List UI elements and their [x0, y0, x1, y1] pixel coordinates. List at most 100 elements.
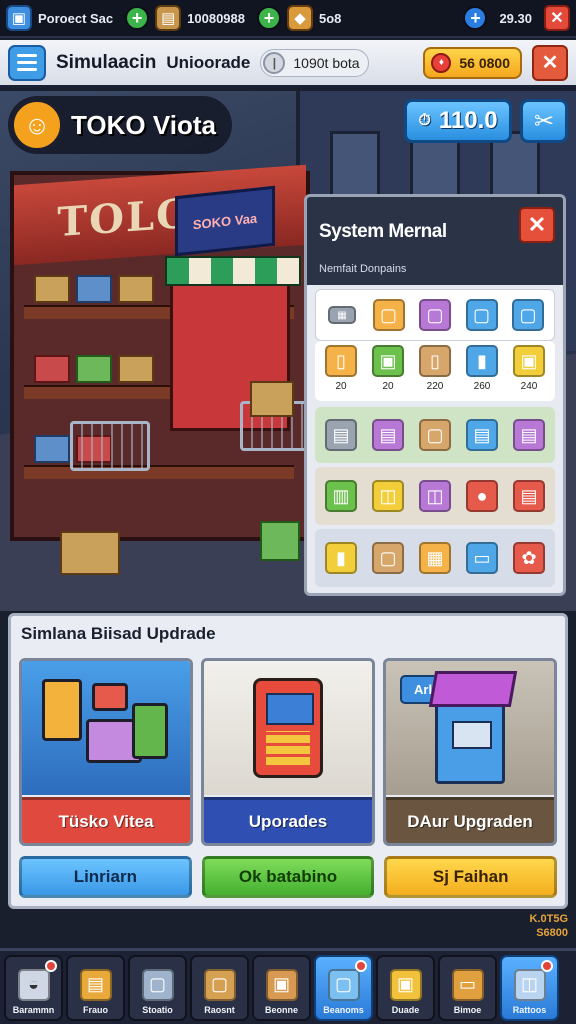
cup-icon: ◒ [17, 968, 50, 1001]
system-panel-subtitle: Nemfait Donpains [319, 263, 407, 275]
item-slot[interactable]: ▢ [369, 299, 409, 331]
item-slot[interactable]: ▢ [508, 299, 548, 331]
resource-boxes: ▤ 10080988 [155, 4, 251, 32]
mode-toggle[interactable]: | 1090t bota [260, 48, 369, 77]
tools-button[interactable]: ✂ [520, 99, 568, 143]
notification-badge [541, 959, 553, 972]
item-price: 220 [426, 381, 444, 392]
item-slot[interactable]: ◫ [415, 480, 455, 512]
upgrade-card-daily-label: DAur Upgraden [386, 797, 554, 843]
item-slot[interactable]: ● [462, 480, 502, 512]
item-slot[interactable]: ▯ 220 [415, 345, 455, 392]
purple-bag-icon: ◫ [419, 480, 451, 512]
item-slot[interactable]: ◫ [368, 480, 408, 512]
vending-machine-art [204, 661, 372, 795]
item-slot[interactable]: ▤ [462, 419, 502, 451]
item-slot[interactable]: ✿ [509, 542, 549, 574]
title-bar: Simulaacin Unioorade | 1090t bota ♦ 56 0… [0, 40, 576, 88]
bottom-nav: ◒ Barammn ▤ Frauo ▢ Stoatio ▢ Raosnt ▣ B… [0, 948, 576, 1024]
item-slot[interactable]: ▢ [368, 542, 408, 574]
item-slot[interactable]: ▢ [415, 299, 455, 331]
menu-button[interactable] [8, 44, 46, 81]
shop-shelves-icon [36, 673, 176, 783]
nav-item-label: Beanoms [323, 1004, 364, 1015]
item-price: 240 [520, 381, 538, 392]
box-icon: ▤ [155, 5, 182, 31]
crate-icon [60, 531, 120, 575]
upgrade-card-upgrades[interactable]: Uporades [201, 658, 375, 846]
upgrade-panel: Simlana Biisad Updrade Tüsko Vitea Upora… [8, 613, 568, 909]
coin-icon: ⏱ [418, 112, 431, 129]
crate-icon [34, 275, 70, 303]
frame-icon: ▭ [451, 968, 484, 1001]
item-slot[interactable]: ▦ [322, 306, 362, 324]
gem-counter[interactable]: ♦ 56 0800 [423, 46, 522, 79]
produce-crate-icon: ▦ [419, 542, 451, 574]
item-slot[interactable]: ▦ [415, 542, 455, 574]
nav-item-beonne[interactable]: ▣ Beonne [252, 954, 311, 1021]
resource-shop: ▣ Poroect Sac [6, 4, 119, 32]
item-slot[interactable]: ▢ [415, 419, 455, 451]
nav-item-frauo[interactable]: ▤ Frauo [66, 954, 125, 1021]
upgrade-card-daily[interactable]: Arles DAur Upgraden [383, 658, 557, 846]
upgrade-card-shop[interactable]: Tüsko Vitea [19, 658, 193, 846]
item-slot[interactable]: ▤ [509, 480, 549, 512]
bottle-icon: ▮ [466, 345, 498, 377]
action-button-yellow[interactable]: Sj Faihan [384, 856, 558, 898]
sign-board-icon: ▮ [325, 542, 357, 574]
item-price: 20 [335, 381, 347, 392]
crate-icon [34, 435, 70, 463]
stall-awning [165, 256, 301, 286]
add-boxes-button[interactable]: + [257, 6, 281, 30]
item-slot[interactable]: ▤ [321, 419, 361, 451]
resource-balance: 29.30 [493, 4, 538, 32]
upgrade-card-shop-label: Tüsko Vitea [22, 797, 190, 843]
nav-item-raosnt[interactable]: ▢ Raosnt [190, 954, 249, 1021]
item-slot[interactable]: ▮ 260 [462, 345, 502, 392]
tools-icon: ✂ [533, 107, 555, 135]
avatar: ☺ [11, 99, 63, 151]
nav-item-stoatio[interactable]: ▢ Stoatio [128, 954, 187, 1021]
item-slot[interactable]: ▣ 20 [368, 345, 408, 392]
title-close-button[interactable]: ✕ [532, 44, 568, 81]
crate-icon [250, 381, 294, 417]
item-slot[interactable]: ▤ [368, 419, 408, 451]
item-slot[interactable]: ▯ 20 [321, 345, 361, 392]
nav-item-barammn[interactable]: ◒ Barammn [4, 954, 63, 1021]
nav-item-label: Bimoe [453, 1004, 482, 1015]
nav-item-duade[interactable]: ▣ Duade [376, 954, 435, 1021]
action-button-blue[interactable]: Linriarn [19, 856, 192, 898]
shop-badge[interactable]: ☺ TOKO Viota [8, 96, 232, 154]
item-slot[interactable]: ▮ [321, 542, 361, 574]
item-row: ▤ ▤ ▢ ▤ ▤ [315, 407, 555, 463]
crate-icon [118, 355, 154, 383]
nav-item-bimoe[interactable]: ▭ Bimoe [438, 954, 497, 1021]
item-slot[interactable]: ▥ [321, 480, 361, 512]
action-buttons: Linriarn Ok batabino Sj Faihan [19, 856, 558, 898]
item-slot[interactable]: ▣ 240 [509, 345, 549, 392]
notification-badge [45, 959, 57, 972]
blue-box-icon: ▢ [465, 299, 498, 331]
vending-machine-icon [253, 678, 323, 778]
item-row: ▯ 20 ▣ 20 ▯ 220 ▮ 260 ▣ 240 [315, 341, 555, 401]
corner-info-line1: K.0T5G [529, 913, 568, 925]
kiosk-icon [435, 688, 505, 784]
action-button-green[interactable]: Ok batabino [201, 856, 375, 898]
system-panel-close-button[interactable]: ✕ [519, 207, 555, 243]
crate-icon: ▤ [79, 968, 112, 1001]
item-slot[interactable]: ▢ [462, 299, 502, 331]
nav-item-beanoms[interactable]: ▢ Beanoms [314, 954, 373, 1021]
coin-bag-icon: ◆ [287, 5, 313, 31]
add-coins-button[interactable]: + [463, 6, 488, 30]
item-grid: ▦ ▢ ▢ ▢ ▢ ▯ 20 ▣ 20 ▯ 220 ▮ 260 ▣ 240 ▤ ▤ ▢ ▤… [307, 285, 563, 591]
system-panel-header: System Mernal Nemfait Donpains ✕ [307, 197, 563, 285]
coin-button[interactable]: ⏱ 110.0 [404, 99, 512, 143]
purple-box-icon: ▢ [419, 299, 451, 331]
top-close-button[interactable]: ✕ [544, 5, 570, 31]
nav-item-rattoos[interactable]: ◫ Rattoos [500, 954, 559, 1021]
shop-icon: ▣ [6, 5, 32, 31]
cardboard-box-icon: ▢ [372, 542, 404, 574]
item-slot[interactable]: ▭ [462, 542, 502, 574]
item-slot[interactable]: ▤ [509, 419, 549, 451]
add-shop-button[interactable]: + [125, 6, 150, 30]
